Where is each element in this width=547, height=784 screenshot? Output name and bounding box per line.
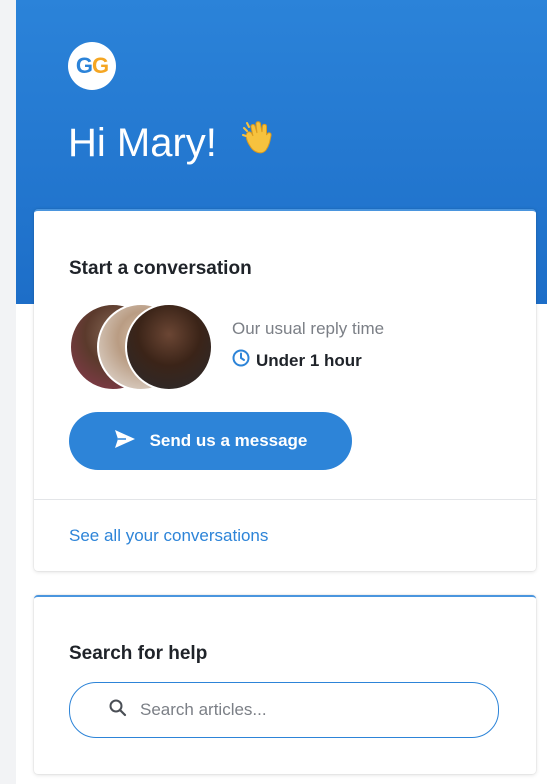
search-help-card: Search for help [34, 595, 536, 774]
avatar [125, 303, 213, 391]
card-title-start-conversation: Start a conversation [69, 258, 252, 279]
divider [34, 499, 536, 500]
team-avatars [69, 303, 219, 391]
send-icon [114, 429, 150, 454]
logo-letter-1: G [75, 53, 93, 78]
brand-logo: GG [68, 42, 116, 90]
waving-hand-icon [238, 116, 282, 170]
search-field[interactable] [69, 682, 499, 738]
logo-letter-2: G [92, 53, 109, 78]
search-input[interactable] [138, 699, 442, 721]
clock-icon [232, 349, 250, 372]
reply-time-text: Under 1 hour [256, 350, 362, 370]
messenger-panel: GG Hi Mary! Start a conversation Our usu… [16, 0, 547, 784]
send-message-button[interactable]: Send us a message [69, 412, 352, 470]
search-icon [108, 698, 128, 723]
reply-time-value: Under 1 hour [232, 349, 362, 372]
see-all-conversations-link[interactable]: See all your conversations [69, 526, 268, 546]
card-title-search-help: Search for help [69, 643, 208, 664]
greeting-heading: Hi Mary! [68, 116, 282, 170]
start-conversation-card: Start a conversation Our usual reply tim… [34, 209, 536, 571]
send-button-label: Send us a message [149, 431, 308, 450]
reply-time-label: Our usual reply time [232, 319, 385, 338]
greeting-text: Hi Mary! [68, 121, 217, 165]
